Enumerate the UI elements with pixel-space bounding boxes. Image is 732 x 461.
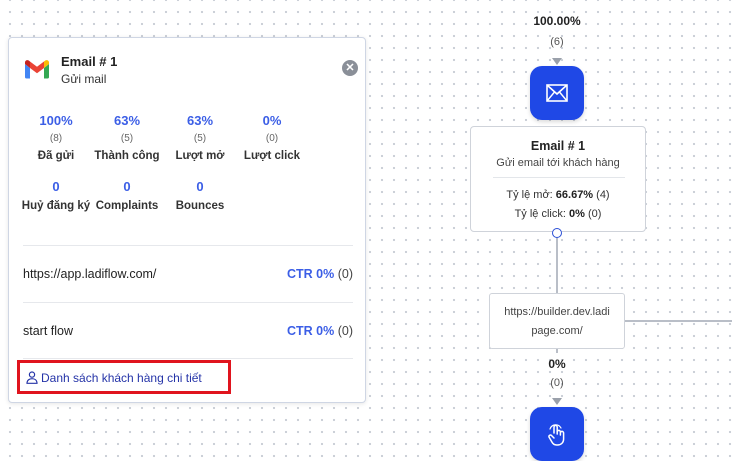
email-node-output-port[interactable] — [552, 228, 562, 238]
click-node-icon-button[interactable] — [530, 407, 584, 461]
link-url: https://app.ladiflow.com/ — [23, 267, 157, 281]
click-rate-count: (0) — [587, 208, 602, 220]
stat-count: (5) — [120, 133, 134, 144]
divider — [23, 302, 353, 303]
stat-count: (0) — [265, 133, 279, 144]
open-rate: Tỷ lệ mở: 66.67% (4) — [471, 189, 645, 201]
customer-list-link-label: Danh sách khách hàng chi tiết — [41, 371, 202, 385]
panel-title: Email # 1 — [61, 54, 118, 69]
bottom-percent: 0% — [548, 357, 566, 371]
link-ctr: CTR 0% (0) — [287, 324, 353, 338]
email-node-title: Email # 1 — [530, 139, 586, 153]
divider — [23, 245, 353, 246]
url-condition-node[interactable]: https://builder.dev.ladi page.com/ — [489, 293, 625, 349]
stat-clicks: 0% (0) Lượt click — [232, 113, 312, 162]
email-node-divider — [493, 177, 625, 178]
ctr-value: CTR 0% — [287, 324, 335, 338]
open-rate-value: 66.67% — [555, 189, 594, 201]
stat-value: 63% — [186, 113, 214, 128]
click-rate: Tỷ lệ click: 0% (0) — [471, 208, 645, 220]
panel-subtitle: Gửi mail — [61, 72, 107, 86]
stat-opens: 63% (5) Lượt mở — [160, 113, 240, 162]
flow-canvas[interactable]: 100.00% (6) Email # 1 Gửi email tới khác… — [0, 0, 732, 461]
mail-icon — [546, 84, 568, 102]
link-ctr: CTR 0% (0) — [287, 267, 353, 281]
email-node-card[interactable]: Email # 1 Gửi email tới khách hàng Tỷ lệ… — [470, 126, 646, 232]
open-rate-label: Tỷ lệ mở: — [506, 189, 553, 201]
email-stats-panel: Email # 1 Gửi mail ✕ 100% (8) Đã gửi 63%… — [8, 37, 366, 403]
customer-list-link[interactable]: Danh sách khách hàng chi tiết — [17, 360, 231, 394]
open-rate-count: (4) — [596, 189, 610, 201]
stat-value: 100% — [39, 113, 73, 128]
connector-line-lower — [556, 349, 558, 353]
url-node-line1: https://builder.dev.ladi — [504, 306, 610, 318]
branch-connector-line — [625, 320, 732, 322]
stat-value: 0 — [196, 179, 204, 194]
link-row: https://app.ladiflow.com/ CTR 0% (0) — [23, 265, 353, 285]
user-icon — [26, 371, 38, 384]
arrow-down-icon — [552, 398, 562, 405]
gmail-icon — [25, 60, 49, 79]
ctr-count: (0) — [337, 267, 353, 281]
panel-header: Email # 1 Gửi mail ✕ — [23, 52, 358, 88]
stat-count: (5) — [193, 133, 207, 144]
stat-value: 63% — [113, 113, 141, 128]
stat-label: Lượt click — [243, 150, 301, 162]
stat-label: Đã gửi — [37, 150, 75, 162]
close-icon[interactable]: ✕ — [342, 60, 358, 76]
stat-label: Bounces — [175, 200, 225, 212]
link-row: start flow CTR 0% (0) — [23, 322, 353, 342]
email-node-subtitle: Gửi email tới khách hàng — [496, 157, 620, 169]
ctr-count: (0) — [337, 324, 353, 338]
connector-line — [556, 238, 558, 293]
stat-count: (8) — [49, 133, 63, 144]
divider — [23, 358, 353, 359]
stat-sent: 100% (8) Đã gửi — [16, 113, 96, 162]
link-url: start flow — [23, 324, 74, 338]
stat-value: 0% — [262, 113, 282, 128]
click-rate-value: 0% — [568, 208, 585, 220]
stat-success: 63% (5) Thành công — [87, 113, 167, 162]
stat-label: Lượt mở — [175, 150, 225, 162]
click-rate-label: Tỷ lệ click: — [514, 208, 566, 220]
stat-label: Thành công — [94, 150, 160, 162]
top-count: (6) — [550, 36, 564, 48]
url-node-line2: page.com/ — [531, 325, 583, 337]
touch-icon — [548, 424, 565, 446]
email-node-icon-button[interactable] — [530, 66, 584, 120]
bottom-count: (0) — [550, 377, 564, 389]
ctr-value: CTR 0% — [287, 267, 335, 281]
arrow-down-icon — [552, 58, 562, 65]
stat-bounces: 0 Bounces — [150, 179, 250, 212]
top-percent: 100.00% — [533, 14, 581, 28]
